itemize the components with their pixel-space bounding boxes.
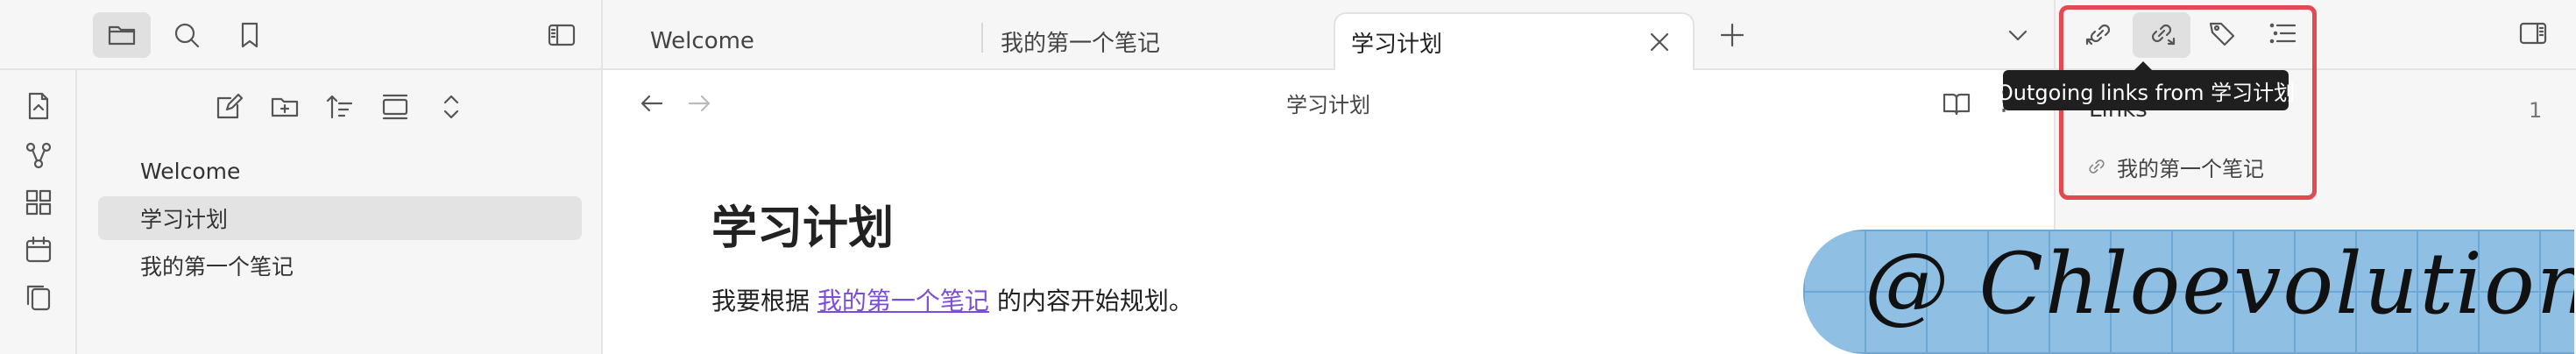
file-item-first-note[interactable]: 我的第一个笔记: [98, 244, 582, 287]
search-icon[interactable]: [163, 16, 210, 54]
sort-icon[interactable]: [317, 88, 361, 126]
calendar-icon[interactable]: [18, 230, 60, 270]
tab-label: 学习计划: [1351, 31, 1443, 58]
open-file-icon[interactable]: [18, 86, 60, 126]
tab-first-note[interactable]: 我的第一个笔记: [953, 12, 1323, 70]
file-label: 学习计划: [140, 207, 229, 232]
tab-bar: Welcome 我的第一个笔记 学习计划: [603, 0, 2054, 70]
watermark: @ Chloevolution: [1803, 230, 2574, 354]
sidebar-left-icon[interactable]: [538, 16, 585, 54]
outgoing-links-tooltip: Outgoing links from 学习计划: [1997, 61, 2295, 110]
new-tab-icon[interactable]: [1710, 16, 1754, 54]
new-note-icon[interactable]: [207, 88, 251, 126]
bookmark-icon[interactable]: [226, 16, 273, 54]
dashboard-icon[interactable]: [18, 182, 60, 223]
file-label: 我的第一个笔记: [140, 254, 294, 280]
folder-icon[interactable]: [98, 16, 145, 54]
collapse-all-icon[interactable]: [373, 88, 417, 126]
chevron-down-icon[interactable]: [1996, 16, 2040, 54]
graph-icon[interactable]: [18, 135, 60, 175]
tab-study-plan[interactable]: 学习计划: [1334, 12, 1695, 70]
tab-label: Welcome: [650, 28, 754, 54]
sidebar-right-icon[interactable]: [2509, 14, 2557, 53]
left-sidebar-header: [0, 0, 603, 70]
expand-icon[interactable]: [429, 88, 473, 126]
view-header-title[interactable]: 学习计划: [603, 88, 2054, 118]
note-body[interactable]: 我要根据 我的第一个笔记 的内容开始规划。: [711, 282, 1193, 317]
ribbon: [0, 70, 77, 354]
links-count: 1: [2529, 98, 2543, 123]
body-text: 的内容开始规划。: [988, 287, 1193, 315]
reading-view-icon[interactable]: [1935, 84, 1978, 123]
close-icon[interactable]: [1642, 26, 1677, 58]
watermark-signature: @ Chloevolution: [1865, 235, 2574, 333]
file-item-study-plan[interactable]: 学习计划: [98, 196, 582, 240]
note-title[interactable]: 学习计划: [711, 191, 894, 257]
body-text: 我要根据: [711, 287, 817, 315]
tab-welcome[interactable]: Welcome: [603, 12, 980, 70]
internal-link[interactable]: 我的第一个笔记: [817, 287, 989, 315]
copy-icon[interactable]: [18, 277, 60, 317]
file-label: Welcome: [140, 158, 241, 184]
file-item-welcome[interactable]: Welcome: [98, 149, 582, 193]
tab-label: 我的第一个笔记: [1001, 30, 1161, 57]
new-folder-icon[interactable]: [263, 88, 307, 126]
